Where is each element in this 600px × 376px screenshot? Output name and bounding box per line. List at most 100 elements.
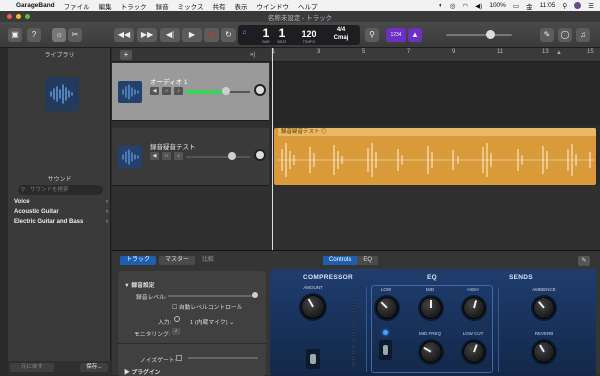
save-button[interactable]: 保存... [80, 363, 108, 372]
lcd-time-signature[interactable]: 4/4 [326, 27, 356, 33]
battery-icon[interactable]: ▭ [513, 2, 519, 10]
master-volume-knob[interactable] [486, 30, 495, 39]
eq-high-knob[interactable] [463, 297, 485, 319]
metronome-button[interactable]: ▲ [408, 28, 422, 42]
sound-search-input[interactable]: ⚲ サウンドを検索 [18, 185, 103, 195]
eq-low-cut-knob[interactable] [463, 341, 485, 363]
menu-edit[interactable]: 編集 [99, 1, 112, 11]
playhead[interactable] [272, 48, 273, 250]
wifi-icon[interactable]: ◠ [462, 2, 468, 10]
loop-icon: ◎ [321, 129, 327, 135]
track-pan-knob[interactable] [254, 84, 266, 96]
menu-track[interactable]: トラック [121, 1, 147, 11]
eq-low-knob[interactable] [376, 297, 398, 319]
revert-button[interactable]: 元に戻す [10, 363, 54, 372]
solo-button[interactable]: ∩ [162, 152, 171, 160]
track-lane-audio-1[interactable] [270, 62, 600, 126]
library-item-acoustic-guitar[interactable]: Acoustic Guitar › [14, 209, 110, 215]
monitoring-label: モニタリング: [134, 332, 171, 338]
record-button[interactable]: ● [204, 28, 219, 42]
loop-browser-button[interactable]: ◯ [558, 28, 572, 42]
noise-gate-checkbox[interactable] [176, 355, 182, 361]
media-browser-button[interactable]: ♫ [576, 28, 590, 42]
master-volume-slider[interactable] [446, 34, 512, 36]
recording-settings-header[interactable]: ▼ 録音設定 [124, 280, 155, 289]
monitoring-button[interactable]: ♪ [172, 328, 180, 335]
tab-master[interactable]: マスター [159, 256, 196, 265]
track-header-test[interactable]: 録音疑音テスト ◀ ∩ ♪ [112, 128, 269, 186]
menu-share[interactable]: 共有 [212, 1, 225, 11]
ambience-knob[interactable] [533, 297, 555, 319]
meter-led [352, 327, 355, 330]
amount-knob[interactable] [301, 295, 325, 319]
fast-forward-button[interactable]: ▶▶ [137, 28, 157, 42]
menu-window[interactable]: ウインドウ [256, 1, 289, 11]
tab-track[interactable]: トラック [120, 256, 157, 265]
toolbar: ▣ ? ☼ ✂ ◀◀ ▶▶ ◀| ▶ ● ↻ ♫ 1 1 BAR BEAT 12… [0, 22, 600, 48]
solo-button[interactable]: ∩ [162, 87, 171, 95]
lcd-key[interactable]: Cmaj [326, 35, 356, 41]
recording-level-knob[interactable] [252, 292, 258, 298]
menu-file[interactable]: ファイル [64, 1, 90, 11]
plugin-controls-panel: COMPRESSOR EQ SENDS AMOUNT LOW MID HIGH … [270, 269, 596, 376]
record-enable-button[interactable]: ♪ [174, 87, 183, 95]
count-in-button[interactable]: 1234 [386, 28, 406, 42]
user-avatar[interactable] [574, 2, 582, 9]
track-name[interactable]: 録音疑音テスト [150, 141, 196, 151]
audio-region[interactable]: 録音疑音テスト ◎ [274, 128, 596, 185]
library-item-electric-guitar-bass[interactable]: Electric Guitar and Bass › [14, 219, 110, 225]
mute-button[interactable]: ◀ [150, 152, 159, 160]
track-header-audio-1[interactable]: オーディオ 1 ◀ ∩ ♪ [112, 63, 269, 121]
menu-record[interactable]: 録音 [156, 1, 169, 11]
rewind-button[interactable]: ◀◀ [114, 28, 134, 42]
tab-compare[interactable]: 比較 [198, 256, 218, 265]
reverb-knob[interactable] [533, 341, 555, 363]
lcd-beat-label: BEAT [277, 40, 287, 44]
meter-led [352, 333, 355, 336]
menu-help[interactable]: ヘルプ [298, 1, 318, 11]
eq-mid-knob[interactable] [420, 297, 442, 319]
input-format-icon[interactable] [174, 316, 180, 322]
help-button[interactable]: ? [27, 28, 41, 42]
add-track-button[interactable]: + [120, 50, 132, 60]
lcd-mode-icon[interactable]: ♫ [242, 30, 247, 36]
menu-extra-icon-2[interactable]: ◎ [450, 2, 456, 10]
lcd-display[interactable]: ♫ 1 1 BAR BEAT 120 TEMPO 4/4 Cmaj [238, 25, 360, 45]
mute-button[interactable]: ◀ [150, 87, 159, 95]
catch-button[interactable]: »| [250, 50, 264, 60]
record-enable-button[interactable]: ♪ [174, 152, 183, 160]
menu-time[interactable]: 11:05 [540, 2, 556, 9]
eq-mid-freq-knob[interactable] [420, 341, 442, 363]
volume-icon[interactable]: ◀) [475, 2, 482, 10]
editors-button[interactable]: ✂ [68, 28, 82, 42]
go-to-start-button[interactable]: ◀| [160, 28, 180, 42]
menu-extra-icon-1[interactable]: ◐ [439, 2, 443, 9]
notification-center-icon[interactable]: ☰ [588, 2, 594, 10]
track-pan-knob[interactable] [254, 149, 266, 161]
track-name[interactable]: オーディオ 1 [150, 76, 187, 86]
lcd-tempo[interactable]: 120 [297, 29, 321, 39]
library-button[interactable]: ▣ [8, 28, 22, 42]
library-item-voice[interactable]: Voice › [14, 199, 110, 205]
play-button[interactable]: ▶ [182, 28, 202, 42]
spotlight-icon[interactable]: ⚲ [562, 2, 567, 10]
tab-eq[interactable]: EQ [357, 256, 379, 265]
track-volume-knob[interactable] [228, 152, 237, 160]
input-select[interactable]: 1 (内蔵マイク) ⌄ [190, 317, 234, 326]
auto-level-control[interactable]: ☐ 自動レベルコントロール [172, 302, 242, 311]
tuner-button[interactable]: ⚲ [365, 28, 379, 42]
track-volume-knob[interactable] [221, 87, 230, 95]
noise-gate-slider[interactable] [188, 357, 258, 359]
notepad-button[interactable]: ✎ [540, 28, 554, 42]
timeline-ruler[interactable]: 1 3 5 7 9 11 13 15 ▲ [270, 48, 600, 62]
edit-smart-controls-button[interactable]: ✎ [578, 256, 590, 266]
tab-controls[interactable]: Controls [323, 256, 358, 265]
recording-level-slider[interactable] [168, 295, 254, 297]
menu-view[interactable]: 表示 [234, 1, 247, 11]
menu-mix[interactable]: ミックス [178, 1, 204, 11]
track-volume-slider[interactable] [186, 156, 250, 158]
smart-controls-button[interactable]: ☼ [52, 28, 66, 42]
menu-app-name[interactable]: GarageBand [16, 2, 55, 9]
cycle-button[interactable]: ↻ [221, 28, 236, 42]
cycle-region-marker[interactable]: ▲ [556, 50, 562, 56]
